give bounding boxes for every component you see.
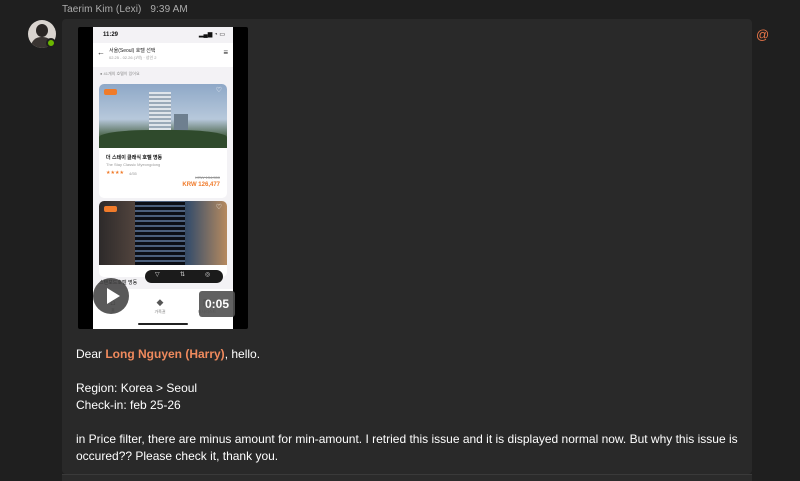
video-duration: 0:05 <box>199 291 235 317</box>
greeting-line: Dear Long Nguyen (Harry), hello. <box>76 346 746 363</box>
paragraph-gap-2 <box>76 414 746 431</box>
message-bubble[interactable]: 11:29 ▂▄▆ ◔ ▭ ← 서울(Seoul) 호텔 선택 02.25 - … <box>62 19 752 474</box>
review-count: 4/55 <box>129 171 137 176</box>
video-attachment[interactable]: 11:29 ▂▄▆ ◔ ▭ ← 서울(Seoul) 호텔 선택 02.25 - … <box>78 27 248 329</box>
message-text: Dear Long Nguyen (Harry), hello. Region:… <box>76 346 746 465</box>
hotel-badge <box>104 89 117 95</box>
sender-name[interactable]: Taerim Kim (Lexi) <box>62 4 142 15</box>
tab-family-label: 가족권 <box>154 309 166 314</box>
map-icon: ◎ <box>205 272 211 278</box>
back-arrow-icon: ← <box>97 48 105 57</box>
building-shape <box>135 201 185 265</box>
checkin-line: Check-in: feb 25-26 <box>76 398 181 412</box>
phone-status-time: 11:29 <box>103 32 119 38</box>
trees-shape <box>99 130 227 148</box>
new-price: KRW 126,477 <box>182 182 220 188</box>
phone-header-sub: 02.25 - 02.26 (1박) · 성인 2 <box>109 55 157 60</box>
phone-overlay-bar: ▽ ⇅ ◎ <box>145 270 223 283</box>
hotel-name: 더 스테이 클래식 호텔 명동 <box>106 155 163 161</box>
old-price: KRW 134,550 <box>195 175 220 180</box>
hotel-name-en: The Stay Classic Myeongdong <box>106 162 161 167</box>
sender-line: Taerim Kim (Lexi) 9:39 AM <box>62 4 188 15</box>
hotel-badge-2 <box>104 206 117 212</box>
hotel-photo: ♡ <box>99 84 227 148</box>
filter-icon: ▽ <box>155 272 160 278</box>
mention-link[interactable]: Long Nguyen (Harry) <box>105 347 224 361</box>
presence-available-icon <box>46 38 56 48</box>
hotel-photo-2: ♡ <box>99 201 227 265</box>
message-time: 9:39 AM <box>150 4 188 15</box>
hotel-card: ♡ 더 스테이 클래식 호텔 명동 The Stay Classic Myeon… <box>99 84 227 198</box>
phone-signal-icon: ▂▄▆ ◔ ▭ <box>198 32 225 38</box>
hamburger-icon: ≡ <box>223 48 228 57</box>
greeting-prefix: Dear <box>76 347 106 361</box>
phone-header-title: 서울(Seoul) 호텔 선택 <box>109 48 156 54</box>
heart-icon-2: ♡ <box>215 204 222 211</box>
phone-note: ● 41개의 호텔이 있어요 <box>100 71 140 76</box>
home-indicator <box>138 323 188 325</box>
hotel-card-2: ♡ <box>99 201 227 277</box>
region-line: Region: Korea > Seoul <box>76 381 198 395</box>
sort-icon: ⇅ <box>180 272 186 278</box>
diamond-icon: ◆ <box>156 297 164 307</box>
issue-paragraph: in Price filter, there are minus amount … <box>76 432 738 463</box>
heart-icon: ♡ <box>215 87 222 94</box>
star-rating: ★★★★ <box>106 170 124 176</box>
mention-at-icon: @ <box>756 27 770 42</box>
tab-family: ◆ 가족권 <box>145 297 175 315</box>
play-icon[interactable] <box>93 278 129 314</box>
greeting-suffix: , hello. <box>224 347 261 361</box>
avatar-head <box>36 24 48 37</box>
phone-header: ← 서울(Seoul) 호텔 선택 02.25 - 02.26 (1박) · 성… <box>93 43 233 67</box>
